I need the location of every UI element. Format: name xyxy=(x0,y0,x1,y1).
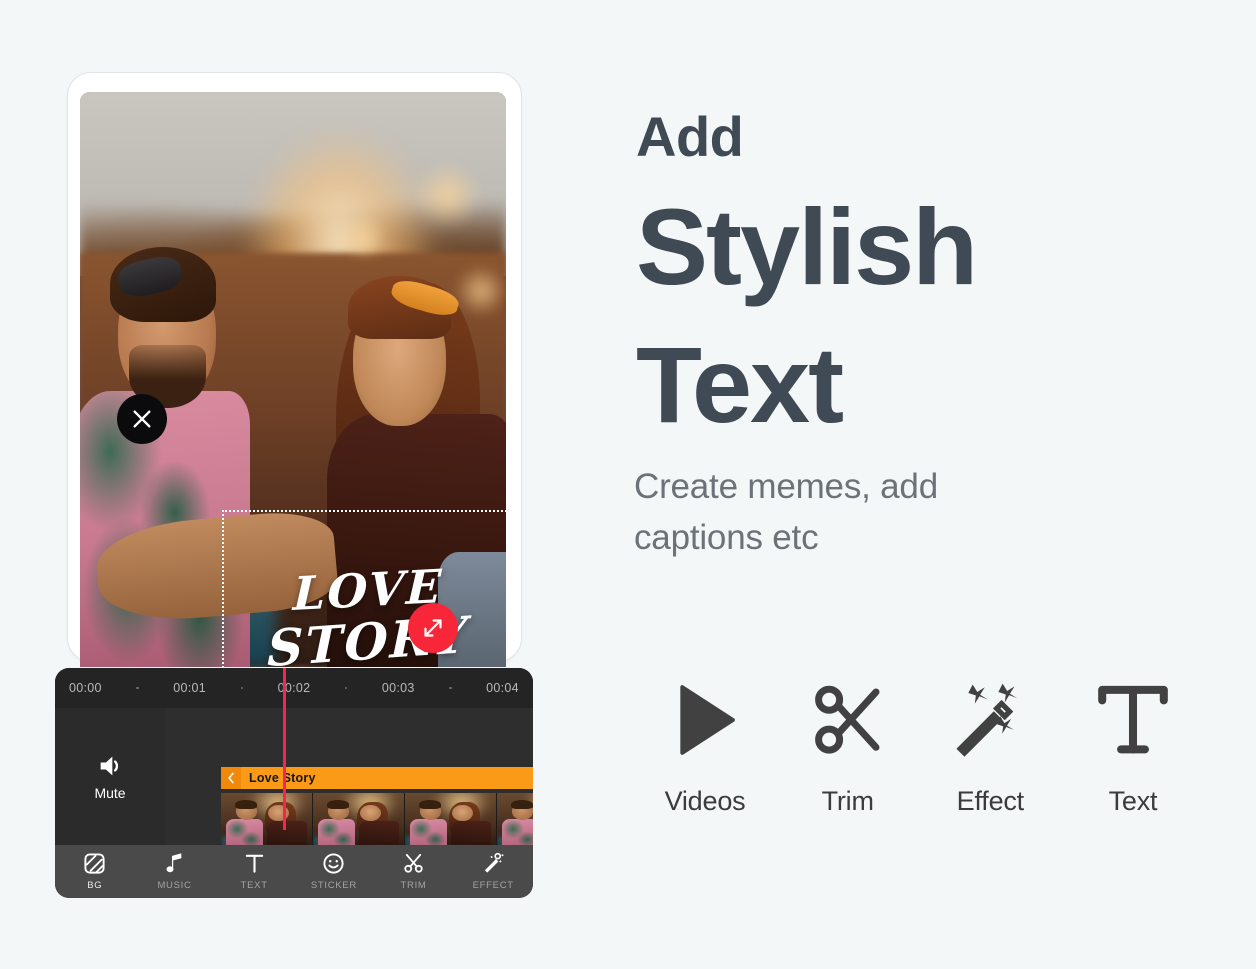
toolbar-item-text[interactable]: TEXT xyxy=(214,852,294,891)
magic-wand-icon xyxy=(956,683,1018,757)
close-x-icon xyxy=(133,410,151,428)
ruler-tick: 00:00 xyxy=(69,681,102,695)
ruler-tick: 00:01 xyxy=(173,681,207,695)
toolbar-item-sticker[interactable]: STICKER xyxy=(294,852,374,891)
promo-headline-line-1: Stylish xyxy=(636,186,978,307)
promo-panel: Add Stylish Text Create memes, add capti… xyxy=(634,0,1234,969)
feature-effect-label: Effect xyxy=(956,786,1025,816)
text-track-left-handle[interactable] xyxy=(221,767,241,789)
ruler-tick: 00:03 xyxy=(381,681,415,695)
timeline-playhead[interactable] xyxy=(283,668,286,830)
promo-subhead-line-2: captions etc xyxy=(634,517,819,557)
feature-trim-icon-wrap xyxy=(806,676,890,764)
feature-list: Videos Trim Effect Text xyxy=(634,676,1204,817)
ruler-minor-tick xyxy=(344,686,348,690)
feature-videos-icon-wrap xyxy=(663,676,747,764)
toolbar-label-effect: EFFECT xyxy=(472,880,514,891)
text-t-icon xyxy=(1098,685,1168,754)
feature-text-label: Text xyxy=(1108,786,1158,816)
toolbar-label-text: TEXT xyxy=(240,880,268,891)
promo-headline: Stylish Text xyxy=(636,178,978,454)
feature-effect-icon-wrap xyxy=(948,676,1032,764)
promo-eyebrow: Add xyxy=(636,105,744,168)
toolbar-label-music: MUSIC xyxy=(157,880,192,891)
scissors-icon xyxy=(404,853,423,873)
track-area[interactable]: Love Story xyxy=(165,708,533,851)
text-track-clip[interactable]: Love Story xyxy=(221,767,533,789)
promo-subhead: Create memes, add captions etc xyxy=(634,462,938,564)
toolbar-item-bg[interactable]: BG xyxy=(55,852,135,891)
ruler-minor-tick xyxy=(449,686,452,690)
feature-videos[interactable]: Videos xyxy=(634,676,776,817)
timeline-panel[interactable]: 00:00 00:01 00:02 00:03 00:04 Mute Love … xyxy=(55,668,533,898)
toolbar-item-music[interactable]: MUSIC xyxy=(135,852,215,891)
editor-toolbar[interactable]: BG MUSIC TEXT STICKER TRIM EFFECT xyxy=(55,845,533,898)
filmstrip-thumbnail[interactable] xyxy=(221,793,313,851)
feature-videos-label: Videos xyxy=(664,786,746,816)
toolbar-item-trim[interactable]: TRIM xyxy=(374,852,454,891)
speaker-icon xyxy=(100,756,119,776)
promo-headline-line-2: Text xyxy=(636,324,844,446)
filmstrip-thumbnail[interactable] xyxy=(497,793,533,851)
filmstrip-thumbnail[interactable] xyxy=(313,793,405,851)
feature-text[interactable]: Text xyxy=(1062,676,1204,817)
play-icon xyxy=(680,685,735,755)
bg-striped-square-icon xyxy=(84,853,105,874)
toolbar-item-effect[interactable]: EFFECT xyxy=(453,852,533,891)
feature-trim-label: Trim xyxy=(821,786,874,816)
filmstrip-thumbnail[interactable] xyxy=(405,793,497,851)
toolbar-label-bg: BG xyxy=(87,880,103,891)
promo-subhead-line-1: Create memes, add xyxy=(634,467,938,506)
toolbar-label-trim: TRIM xyxy=(400,880,427,891)
mute-button[interactable]: Mute xyxy=(55,708,165,845)
resize-text-overlay-handle[interactable] xyxy=(408,603,458,653)
ruler-tick: 00:04 xyxy=(486,681,519,695)
ruler-minor-tick xyxy=(136,686,139,690)
magic-wand-icon xyxy=(484,852,504,873)
timeline-ruler[interactable]: 00:00 00:01 00:02 00:03 00:04 xyxy=(55,668,533,708)
timeline-tracks[interactable]: Mute Love Story xyxy=(55,708,533,851)
feature-trim[interactable]: Trim xyxy=(777,676,919,817)
mute-label: Mute xyxy=(94,785,126,801)
resize-diagonal-icon xyxy=(424,619,442,637)
text-track-title: Love Story xyxy=(249,771,316,785)
toolbar-label-sticker: STICKER xyxy=(310,880,357,891)
feature-text-icon-wrap xyxy=(1091,676,1175,764)
close-text-overlay-button[interactable] xyxy=(117,394,167,444)
music-note-icon xyxy=(166,853,182,873)
video-preview[interactable]: LOVE STORY xyxy=(80,92,506,667)
scissors-icon xyxy=(814,685,880,754)
video-filmstrip[interactable] xyxy=(221,793,533,851)
chevron-left-icon xyxy=(228,772,234,784)
ruler-minor-tick xyxy=(240,686,244,690)
smiley-icon xyxy=(323,853,344,874)
text-overlay[interactable]: LOVE STORY xyxy=(222,517,506,667)
text-t-icon xyxy=(245,854,263,873)
feature-effect[interactable]: Effect xyxy=(919,676,1061,817)
